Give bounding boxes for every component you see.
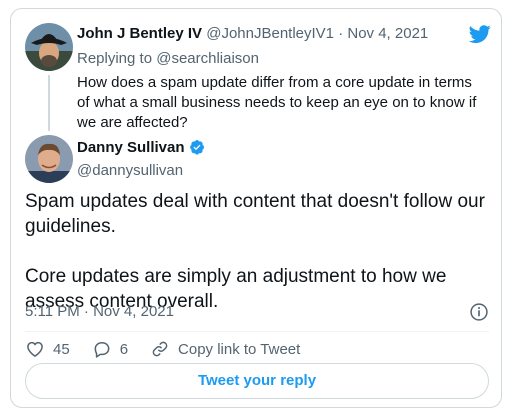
reply-count: 6 [119,340,129,358]
thread-line [48,75,50,131]
tweet-card: John J Bentley IV @JohnJBentleyIV1 · Nov… [10,8,502,408]
tweet-timestamp[interactable]: 5:11 PM · Nov 4, 2021 [25,303,174,320]
copy-link-label: Copy link to Tweet [178,340,301,358]
parent-header: John J Bentley IV @JohnJBentleyIV1 · Nov… [77,25,428,42]
like-button[interactable]: 45 [25,339,70,359]
replying-prefix: Replying to [77,50,157,67]
author-name[interactable]: Danny Sullivan [77,139,185,156]
link-icon [152,341,168,357]
author-name-row[interactable]: Danny Sullivan [77,139,205,156]
heart-icon [27,341,43,357]
reply-button[interactable]: 6 [92,339,128,359]
replying-handle[interactable]: @searchliaison [156,50,259,67]
tweet-paragraph: Spam updates deal with content that does… [25,191,485,237]
info-icon[interactable] [469,302,489,322]
tweet-body: Spam updates deal with content that does… [25,189,491,314]
parent-author-name[interactable]: John J Bentley IV [77,25,202,42]
divider [25,331,489,332]
parent-author-handle[interactable]: @JohnJBentleyIV1 [206,25,334,42]
twitter-bird-icon[interactable] [467,23,493,45]
action-bar: 45 6 Copy link to Tweet [25,337,322,361]
parent-date[interactable]: Nov 4, 2021 [347,25,428,42]
verified-badge-icon [189,140,204,155]
like-count: 45 [53,340,70,358]
author-handle[interactable]: @dannysullivan [77,162,183,179]
tweet-your-reply-button[interactable]: Tweet your reply [25,363,489,399]
copy-link-button[interactable]: Copy link to Tweet [150,339,300,359]
separator-dot: · [338,25,344,42]
reply-bubble-icon [94,342,110,358]
parent-text: How does a spam update differ from a cor… [77,74,477,131]
replying-to: Replying to @searchliaison [77,50,259,67]
avatar[interactable] [25,135,73,183]
avatar[interactable] [25,23,73,71]
